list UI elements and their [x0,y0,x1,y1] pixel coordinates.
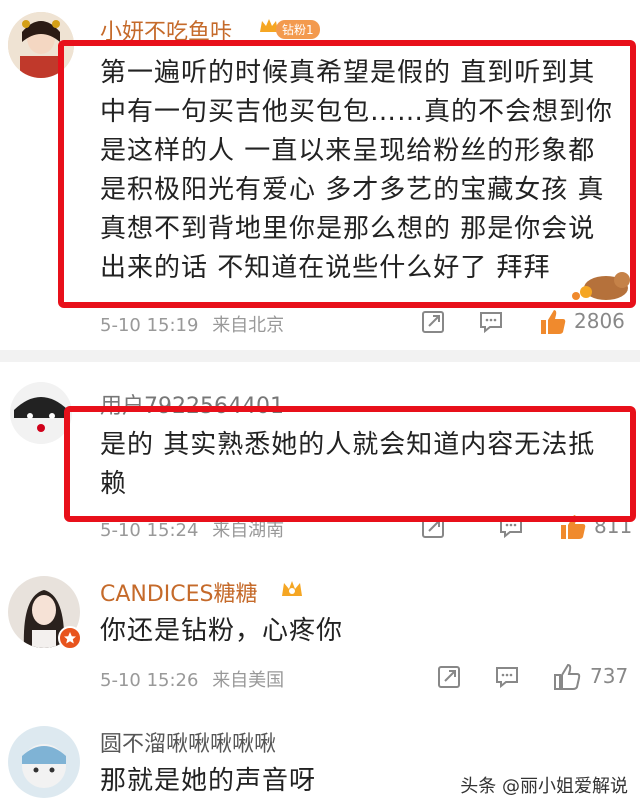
comment-location: 来自美国 [212,670,285,691]
like-icon[interactable] [538,307,568,337]
comment-text: 那就是她的声音呀 [100,766,317,796]
comment-3: CANDICES糖糖 你还是钻粉，心疼你 5-10 15:26 来自美国 737 [0,556,640,706]
username[interactable]: 圆不溜啾啾啾啾啾 [100,726,276,758]
comment-meta: 5-10 15:26 来自美国 [100,666,284,692]
username[interactable]: CANDICES糖糖 [100,576,258,608]
crown-icon [280,578,304,600]
avatar[interactable] [8,726,80,798]
highlight-box-1 [58,40,636,308]
comment-location: 来自北京 [212,315,285,336]
verified-badge-icon [58,626,82,650]
comment-icon[interactable] [478,309,504,335]
like-icon[interactable] [552,662,582,692]
fan-badge: 钻粉1 [276,20,320,39]
comment-meta: 5-10 15:19 来自北京 [100,311,284,337]
comment-time: 5-10 15:26 [100,670,199,691]
comment-time: 5-10 15:19 [100,315,199,336]
comment-icon[interactable] [494,664,520,690]
capybara-sticker [566,262,632,302]
highlight-box-2 [64,406,636,522]
avatar-image [8,726,80,798]
comment-time: 5-10 15:24 [100,520,199,541]
watermark: 头条 @丽小姐爱解说 [460,776,628,797]
share-icon[interactable] [420,309,446,335]
comment-location: 来自湖南 [212,520,285,541]
share-icon[interactable] [436,664,462,690]
like-count: 737 [590,664,629,688]
comment-text: 你还是钻粉，心疼你 [100,616,344,646]
like-count: 2806 [574,309,625,333]
separator [0,350,640,362]
